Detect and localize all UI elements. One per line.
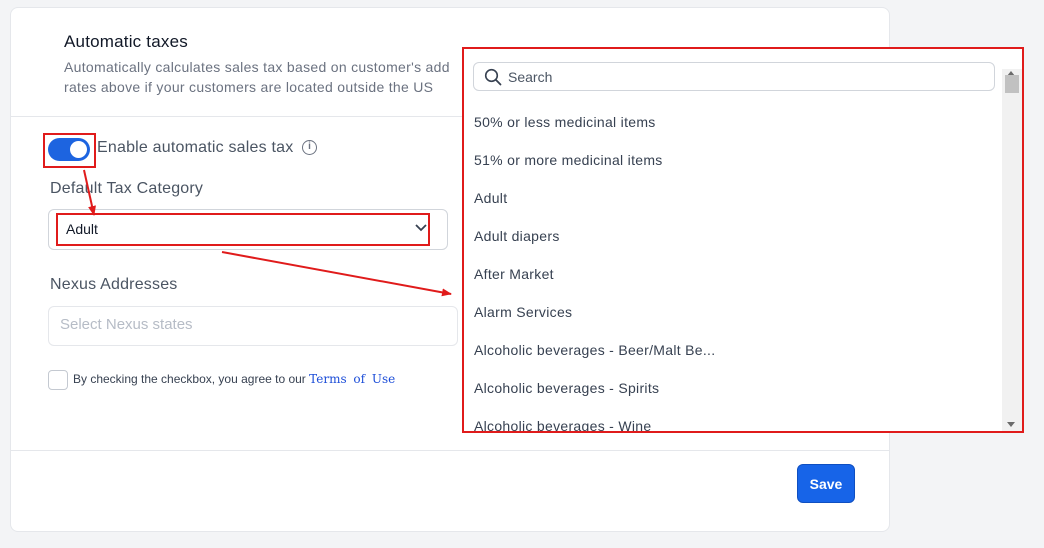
dropdown-search-box[interactable]	[473, 62, 995, 91]
section-description: Automatically calculates sales tax based…	[64, 59, 450, 95]
select-annotation-box	[56, 213, 430, 246]
dropdown-option[interactable]: Adult	[464, 179, 1000, 217]
terms-agreement-text: By checking the checkbox, you agree to o…	[73, 372, 306, 386]
enable-sales-tax-toggle[interactable]	[48, 138, 90, 161]
terms-agreement: By checking the checkbox, you agree to o…	[73, 372, 395, 386]
terms-of-use-link[interactable]: Terms of Use	[309, 372, 395, 386]
terms-checkbox[interactable]	[48, 370, 68, 390]
enable-sales-tax-label: Enable automatic sales tax	[97, 139, 294, 156]
dropdown-option[interactable]: Adult diapers	[464, 217, 1000, 255]
dropdown-option[interactable]: Alcoholic beverages - Spirits	[464, 369, 1000, 407]
scroll-down-arrow-icon[interactable]	[1007, 422, 1015, 427]
scroll-thumb[interactable]	[1005, 75, 1019, 93]
tax-category-dropdown: 50% or less medicinal items 51% or more …	[462, 47, 1024, 433]
section-title: Automatic taxes	[64, 32, 188, 51]
chevron-down-icon	[415, 224, 427, 232]
nexus-states-placeholder: Select Nexus states	[60, 316, 193, 333]
dropdown-option[interactable]: After Market	[464, 255, 1000, 293]
dropdown-option[interactable]: Alcoholic beverages - Wine	[464, 407, 1000, 431]
dropdown-option[interactable]: 50% or less medicinal items	[464, 103, 1000, 141]
save-button[interactable]: Save	[797, 464, 855, 503]
info-icon[interactable]: i	[302, 140, 317, 155]
tax-category-value: Adult	[66, 221, 98, 237]
toggle-knob	[70, 141, 87, 158]
search-icon	[484, 68, 502, 86]
dropdown-search-input[interactable]	[508, 67, 978, 87]
dropdown-option[interactable]: Alcoholic beverages - Beer/Malt Be...	[464, 331, 1000, 369]
dropdown-scrollbar[interactable]	[1002, 69, 1022, 431]
dropdown-option[interactable]: Alarm Services	[464, 293, 1000, 331]
dropdown-options-list: 50% or less medicinal items 51% or more …	[464, 103, 1000, 431]
tax-category-label: Default Tax Category	[50, 180, 204, 197]
footer-divider	[11, 450, 889, 451]
dropdown-option[interactable]: 51% or more medicinal items	[464, 141, 1000, 179]
nexus-addresses-label: Nexus Addresses	[50, 276, 178, 293]
